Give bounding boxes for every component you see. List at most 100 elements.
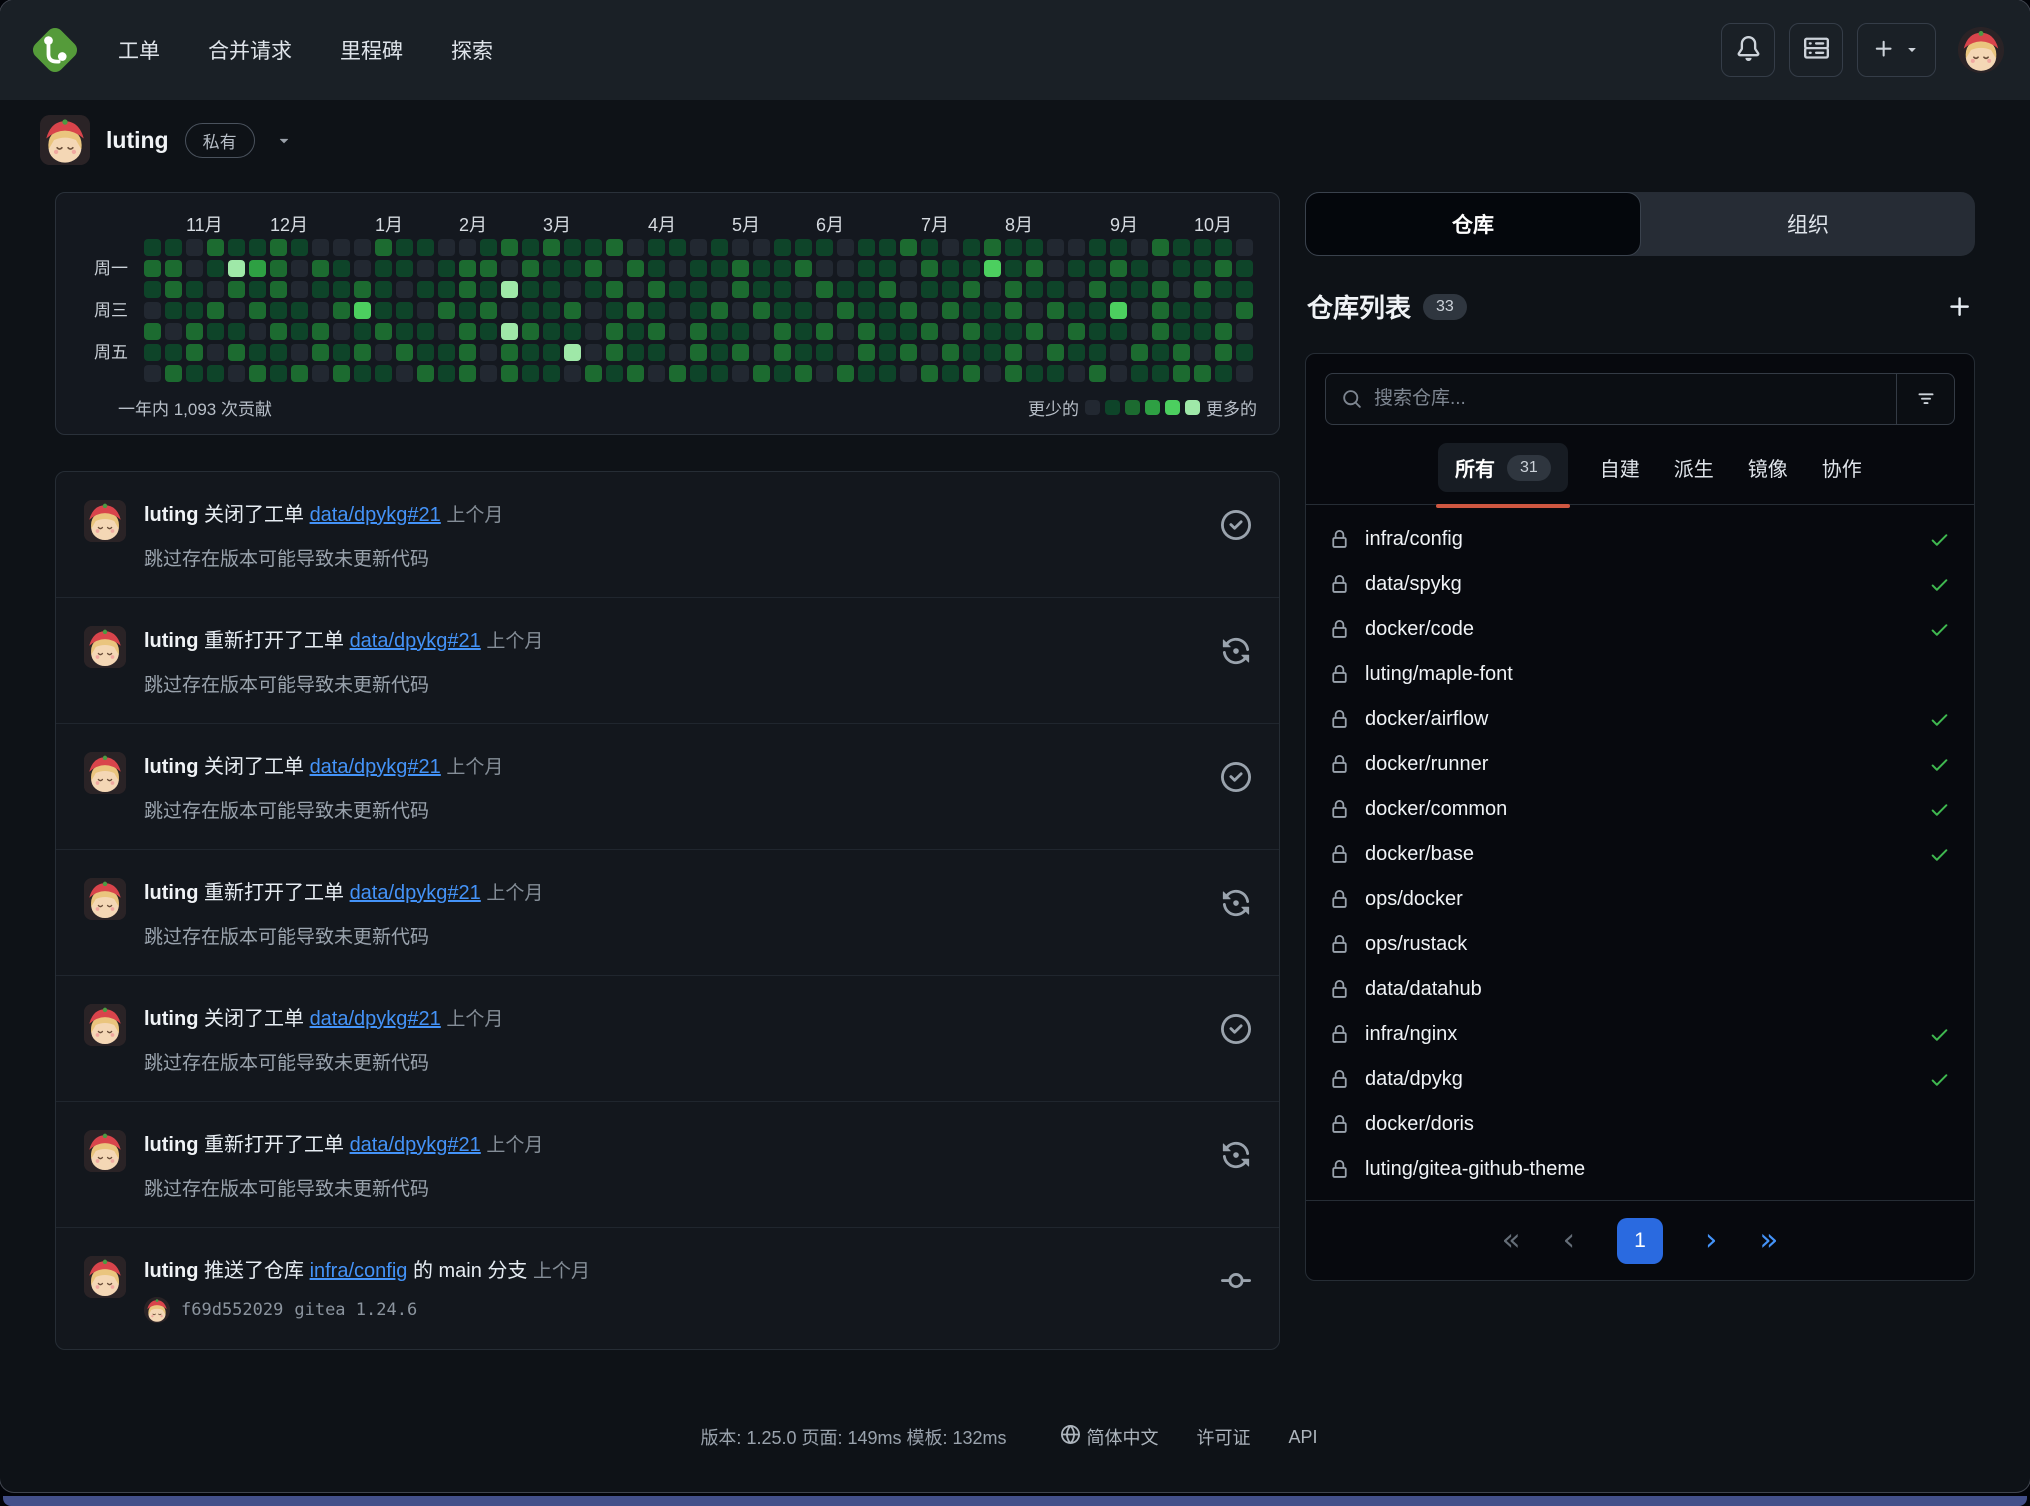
nav-link-2[interactable]: 里程碑 — [340, 35, 403, 65]
heatmap-cell — [417, 281, 434, 298]
heatmap-cell — [291, 365, 308, 382]
committer-avatar[interactable] — [144, 1297, 170, 1323]
heatmap-cell — [144, 281, 161, 298]
repo-row[interactable]: docker/code — [1330, 607, 1950, 652]
heatmap-cell — [669, 344, 686, 361]
heatmap-cell — [1173, 239, 1190, 256]
actor-link[interactable]: luting — [144, 1008, 198, 1030]
repo-row[interactable]: docker/doris — [1330, 1102, 1950, 1147]
target-link[interactable]: data/dpykg#21 — [350, 882, 481, 904]
heatmap-cell — [1089, 281, 1106, 298]
heatmap-cell — [144, 344, 161, 361]
user-avatar[interactable] — [1958, 27, 2004, 73]
actor-avatar[interactable] — [84, 1004, 126, 1046]
repo-row[interactable]: data/spykg — [1330, 562, 1950, 607]
heatmap-cell — [732, 302, 749, 319]
heatmap-cell — [312, 302, 329, 319]
repo-row[interactable]: data/datahub — [1330, 967, 1950, 1012]
actor-link[interactable]: luting — [144, 630, 198, 652]
profile-avatar[interactable] — [40, 115, 90, 165]
target-link[interactable]: data/dpykg#21 — [310, 1008, 441, 1030]
nav-link-0[interactable]: 工单 — [118, 35, 160, 65]
repo-search-input[interactable] — [1374, 388, 1896, 410]
target-link[interactable]: infra/config — [310, 1260, 408, 1282]
target-link[interactable]: data/dpykg#21 — [310, 504, 441, 526]
heatmap-cell — [774, 260, 791, 277]
repo-row[interactable]: docker/airflow — [1330, 697, 1950, 742]
commit-hash[interactable]: f69d552029 — [181, 1300, 283, 1320]
repo-filter-2[interactable]: 派生 — [1672, 443, 1716, 492]
tab-organizations[interactable]: 组织 — [1641, 192, 1975, 256]
heatmap-cell — [1068, 344, 1085, 361]
tab-repositories[interactable]: 仓库 — [1305, 192, 1641, 256]
repo-name: luting/gitea-github-theme — [1365, 1158, 1585, 1181]
heatmap-cell — [1236, 281, 1253, 298]
heatmap-cell — [1236, 302, 1253, 319]
target-link[interactable]: data/dpykg#21 — [310, 756, 441, 778]
nav-link-1[interactable]: 合并请求 — [208, 35, 292, 65]
repo-row[interactable]: infra/config — [1330, 517, 1950, 562]
lock-icon — [1330, 665, 1349, 684]
actor-avatar[interactable] — [84, 626, 126, 668]
language-selector[interactable]: 简体中文 — [1061, 1424, 1159, 1450]
chevron-down-icon[interactable] — [275, 131, 293, 149]
repo-row[interactable]: luting/gitea-github-theme — [1330, 1147, 1950, 1192]
heatmap-cell — [627, 281, 644, 298]
heatmap-cell — [438, 281, 455, 298]
repo-filter-3[interactable]: 镜像 — [1746, 443, 1790, 492]
activity-text: luting 关闭了工单 data/dpykg#21 上个月 — [144, 1002, 1205, 1031]
heatmap-cell — [522, 302, 539, 319]
activity-feed: luting 关闭了工单 data/dpykg#21 上个月跳过存在版本可能导致… — [55, 471, 1280, 1350]
license-link[interactable]: 许可证 — [1197, 1424, 1251, 1450]
repo-row[interactable]: infra/nginx — [1330, 1012, 1950, 1057]
add-repo-button[interactable] — [1947, 294, 1973, 320]
pagination-next[interactable]: › — [1705, 1225, 1717, 1256]
heatmap-cell — [312, 365, 329, 382]
repo-row[interactable]: data/dpykg — [1330, 1057, 1950, 1102]
nav-link-3[interactable]: 探索 — [451, 35, 493, 65]
gitea-app-window: 工单合并请求里程碑探索 luting 私有 11月12月1月2月3月4月5月6月 — [0, 0, 2030, 1492]
create-new-button[interactable] — [1857, 23, 1936, 77]
heatmap-cell — [543, 365, 560, 382]
repo-count-badge: 33 — [1423, 294, 1467, 320]
actor-link[interactable]: luting — [144, 1260, 198, 1282]
repo-row[interactable]: ops/docker — [1330, 877, 1950, 922]
gitea-logo[interactable] — [26, 21, 84, 79]
actor-avatar[interactable] — [84, 878, 126, 920]
heatmap-month-label: 1月 — [375, 211, 403, 237]
api-link[interactable]: API — [1289, 1427, 1318, 1448]
repo-row[interactable]: ops/rustack — [1330, 922, 1950, 967]
repo-filter-4[interactable]: 协作 — [1820, 443, 1864, 492]
repo-row[interactable]: docker/base — [1330, 832, 1950, 877]
actor-avatar[interactable] — [84, 1130, 126, 1172]
actor-link[interactable]: luting — [144, 504, 198, 526]
actor-avatar[interactable] — [84, 500, 126, 542]
notifications-button[interactable] — [1721, 23, 1775, 77]
repo-row[interactable]: docker/runner — [1330, 742, 1950, 787]
actor-avatar[interactable] — [84, 1256, 126, 1298]
server-monitor-button[interactable] — [1789, 23, 1843, 77]
pagination-current-page[interactable]: 1 — [1617, 1218, 1663, 1264]
heatmap-cell — [1215, 365, 1232, 382]
repo-filter-1[interactable]: 自建 — [1598, 443, 1642, 492]
actor-link[interactable]: luting — [144, 882, 198, 904]
repo-row[interactable]: docker/common — [1330, 787, 1950, 832]
actor-link[interactable]: luting — [144, 1134, 198, 1156]
heatmap-cell — [417, 302, 434, 319]
actor-avatar[interactable] — [84, 752, 126, 794]
heatmap-cell — [228, 365, 245, 382]
heatmap-cell — [648, 365, 665, 382]
filter-button[interactable] — [1896, 374, 1954, 424]
repo-filter-0[interactable]: 所有31 — [1438, 443, 1568, 492]
heatmap-cell — [732, 260, 749, 277]
repo-row[interactable]: luting/maple-font — [1330, 652, 1950, 697]
target-link[interactable]: data/dpykg#21 — [350, 1134, 481, 1156]
repo-name: docker/runner — [1365, 753, 1488, 776]
heatmap-cell — [459, 323, 476, 340]
target-link[interactable]: data/dpykg#21 — [350, 630, 481, 652]
heatmap-cell — [942, 239, 959, 256]
actor-link[interactable]: luting — [144, 756, 198, 778]
pagination-last[interactable]: » — [1759, 1225, 1778, 1256]
search-icon — [1342, 389, 1362, 409]
commit-icon — [1221, 1266, 1251, 1296]
